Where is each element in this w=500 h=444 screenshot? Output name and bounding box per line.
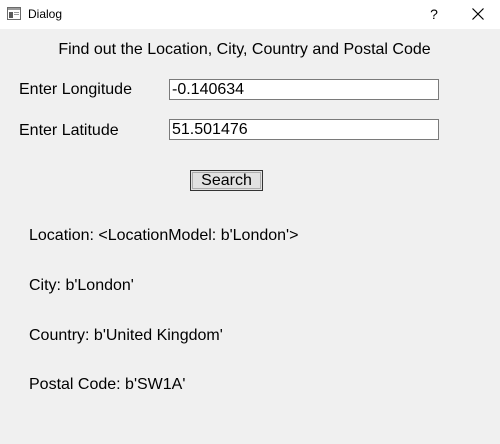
title-bar: Dialog ? xyxy=(0,0,500,29)
dialog-window: Dialog ? Find out the Location, City, Co… xyxy=(0,0,500,444)
city-result: City: b'London' xyxy=(29,277,134,294)
longitude-label: Enter Longitude xyxy=(19,81,132,98)
window-title: Dialog xyxy=(28,7,63,21)
location-result: Location: <LocationModel: b'London'> xyxy=(29,227,299,244)
latitude-label: Enter Latitude xyxy=(19,122,119,139)
form-heading: Find out the Location, City, Country and… xyxy=(58,41,431,58)
longitude-input[interactable] xyxy=(169,79,439,100)
postal-code-result: Postal Code: b'SW1A' xyxy=(29,376,186,393)
close-icon xyxy=(472,8,484,20)
latitude-input[interactable] xyxy=(169,119,439,140)
search-button-label: Search xyxy=(201,171,252,189)
dialog-app-icon xyxy=(7,7,21,20)
close-button[interactable] xyxy=(456,0,500,29)
country-result: Country: b'United Kingdom' xyxy=(29,327,223,344)
search-button[interactable]: Search xyxy=(190,170,263,191)
help-button[interactable]: ? xyxy=(412,0,456,29)
